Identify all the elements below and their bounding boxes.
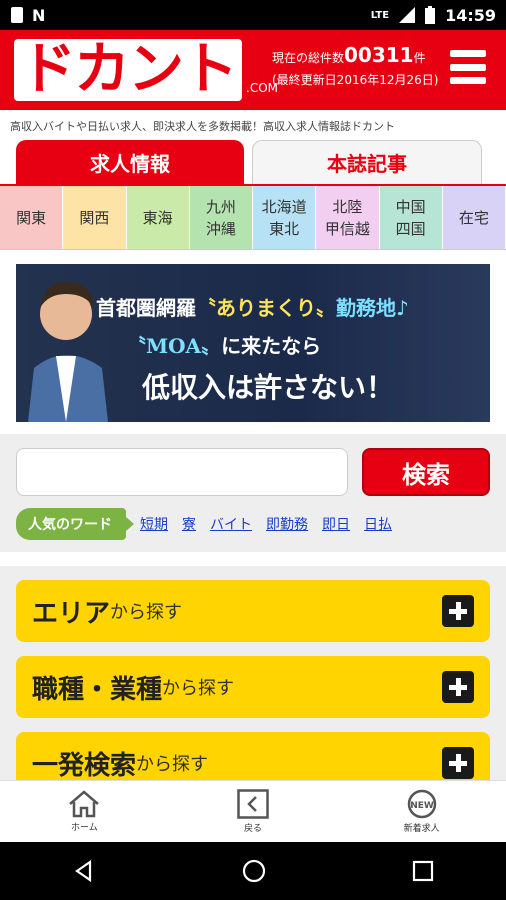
region-tab[interactable]: 九州 沖縄 bbox=[189, 186, 253, 249]
android-recents-icon[interactable] bbox=[412, 860, 434, 882]
category-main-label: 一発検索 bbox=[32, 750, 137, 781]
status-bar: N LTE 14:59 bbox=[0, 0, 506, 30]
popular-word-link[interactable]: 即日 bbox=[322, 514, 350, 534]
banner-l1a: 首都圏網羅 bbox=[96, 296, 196, 320]
android-nav-bar bbox=[0, 842, 506, 900]
popular-word-link[interactable]: バイト bbox=[210, 514, 252, 534]
banner-l2a: 〝MOA〟 bbox=[126, 334, 222, 358]
popular-word-link[interactable]: 短期 bbox=[140, 514, 168, 534]
job-count: 00311 bbox=[344, 43, 414, 67]
search-section: 検索 人気のワード 短期寮バイト 即勤務 即日 日払 bbox=[0, 434, 506, 552]
category-sub-label: から探す bbox=[136, 754, 209, 775]
n-icon: N bbox=[32, 5, 46, 25]
region-tab[interactable]: 北陸 甲信越 bbox=[316, 186, 380, 249]
popular-label: 人気のワード bbox=[16, 508, 134, 540]
nav-new[interactable]: NEW 新着求人 bbox=[337, 781, 506, 842]
category-list: エリア から探す 職種・業種 から探す 一発検索 から探す bbox=[0, 580, 506, 780]
region-bar: 関東 関西 東海 九州 沖縄 北海道 東北 北陸 甲信越 中国 四国 在宅 bbox=[0, 186, 506, 250]
popular-word-link[interactable]: 寮 bbox=[182, 514, 196, 534]
search-input[interactable] bbox=[16, 448, 348, 496]
android-home-icon[interactable] bbox=[241, 858, 267, 884]
svg-text:NEW: NEW bbox=[410, 801, 434, 811]
banner-l2b: に来たなら bbox=[221, 334, 322, 358]
category-button[interactable]: 一発検索 から探す bbox=[16, 732, 490, 780]
popular-word-link[interactable]: 即勤務 bbox=[266, 514, 308, 534]
banner-l1b: 〝ありまくり〟 bbox=[196, 296, 336, 320]
clock: 14:59 bbox=[445, 5, 496, 25]
count-label: 現在の総件数 bbox=[272, 51, 345, 65]
banner-line-1: 首都圏網羅〝ありまくり〟勤務地♪ bbox=[96, 292, 409, 321]
banner-line-3: 低収入は許さない！ bbox=[142, 371, 395, 404]
bottom-nav: ホーム 戻る NEW 新着求人 bbox=[0, 780, 506, 842]
region-tab[interactable]: 関西 bbox=[63, 186, 127, 249]
category-button[interactable]: 職種・業種 から探す bbox=[16, 656, 490, 718]
region-tab[interactable]: 在宅 bbox=[442, 186, 506, 249]
plus-icon bbox=[442, 747, 474, 779]
new-icon: NEW bbox=[407, 789, 436, 819]
nav-home[interactable]: ホーム bbox=[0, 781, 169, 842]
tab-bar: 求人情報 本誌記事 bbox=[0, 140, 506, 184]
logo[interactable]: ドカント .COM bbox=[14, 39, 278, 101]
category-sub-label: から探す bbox=[110, 602, 183, 623]
notification-icons: N bbox=[10, 6, 45, 25]
last-updated: (最終更新日2016年12月26日) bbox=[272, 73, 439, 87]
category-main-label: 職種・業種 bbox=[32, 674, 163, 705]
signal-icon bbox=[399, 7, 416, 23]
android-back-icon[interactable] bbox=[72, 859, 96, 883]
tab-jobs[interactable]: 求人情報 bbox=[16, 140, 244, 184]
popular-word-link[interactable]: 日払 bbox=[364, 514, 392, 534]
battery-icon bbox=[425, 6, 436, 24]
nav-back-label: 戻る bbox=[244, 824, 263, 834]
app-header: ドカント .COM 現在の総件数00311件 (最終更新日2016年12月26日… bbox=[0, 30, 506, 110]
tab-articles[interactable]: 本誌記事 bbox=[252, 140, 482, 184]
region-tab[interactable]: 中国 四国 bbox=[379, 186, 443, 249]
plus-icon bbox=[442, 595, 474, 627]
back-icon bbox=[237, 789, 269, 819]
promo-banner[interactable]: 首都圏網羅〝ありまくり〟勤務地♪ 〝MOA〟に来たなら 低収入は許さない！ bbox=[16, 264, 490, 422]
menu-icon[interactable] bbox=[450, 50, 486, 84]
tagline: 高収入バイトや日払い求人、即決求人を多数掲載！高収入求人情報誌ドカント bbox=[10, 120, 395, 133]
job-count-info: 現在の総件数00311件 (最終更新日2016年12月26日) bbox=[272, 44, 438, 91]
count-unit: 件 bbox=[413, 51, 426, 65]
network-label: LTE bbox=[370, 9, 390, 21]
category-main-label: エリア bbox=[32, 598, 111, 629]
plus-icon bbox=[442, 671, 474, 703]
nav-back[interactable]: 戻る bbox=[169, 781, 338, 842]
category-sub-label: から探す bbox=[162, 678, 235, 699]
banner-line-2: 〝MOA〟に来たなら bbox=[126, 330, 321, 359]
banner-l1c: 勤務地♪ bbox=[336, 296, 409, 320]
nav-new-label: 新着求人 bbox=[403, 824, 440, 834]
sim-icon bbox=[11, 7, 23, 23]
popular-words: 人気のワード 短期寮バイト 即勤務 即日 日払 bbox=[16, 508, 490, 540]
region-tab[interactable]: 北海道 東北 bbox=[253, 186, 317, 249]
nav-home-label: ホーム bbox=[70, 823, 98, 833]
category-scroll: エリア から探す 職種・業種 から探す 一発検索 から探す bbox=[0, 566, 506, 780]
region-tab[interactable]: 東海 bbox=[126, 186, 190, 249]
logo-text: ドカント bbox=[14, 39, 242, 101]
category-button[interactable]: エリア から探す bbox=[16, 580, 490, 642]
region-tab[interactable]: 関東 bbox=[0, 186, 64, 249]
search-button[interactable]: 検索 bbox=[362, 448, 490, 496]
home-icon bbox=[69, 790, 100, 818]
